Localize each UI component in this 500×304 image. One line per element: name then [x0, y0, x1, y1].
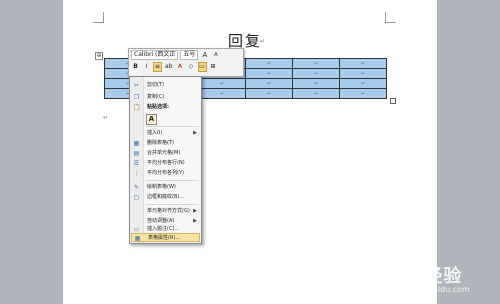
document-page[interactable]: 回复 ↵ ⊕ ↵↵↵↵↵↵↵↵↵↵↵↵↵↵↵↵↵↵↵↵↵↵↵↵ ↵ — [63, 0, 437, 304]
paste-icon: 📋 — [133, 104, 141, 111]
merge-cells-icon: ▤ — [133, 150, 140, 157]
table-move-handle[interactable]: ⊕ — [95, 52, 103, 60]
menu-separator — [145, 180, 199, 181]
menu-item-cut[interactable]: ✂ 剪切(T) — [131, 81, 200, 90]
paragraph-mark: ↵ — [103, 114, 109, 121]
font-color-button[interactable]: A — [176, 62, 185, 72]
table-cell[interactable]: ↵ — [292, 68, 340, 79]
shading-button[interactable]: ▭ — [197, 62, 207, 72]
table-cell[interactable]: ↵ — [245, 78, 293, 89]
table-cell[interactable]: ↵ — [198, 88, 246, 99]
menu-item-cell-alignment[interactable]: 单元格对齐方式(G) ▶ — [131, 207, 200, 216]
table-resize-handle[interactable] — [390, 98, 396, 104]
menu-item-paste-options: 📋 粘贴选项: — [133, 104, 169, 111]
menu-item-borders-shading[interactable]: ▢ 边框和底纹(B)... — [131, 193, 200, 202]
menu-item-distribute-rows[interactable]: ☰ 平均分布各行(N) — [131, 159, 200, 168]
menu-item-table-properties[interactable]: ▦ 表格属性(R)... — [131, 233, 200, 242]
distribute-columns-icon: ⋮ — [133, 170, 140, 177]
shrink-font-button[interactable]: A — [211, 50, 220, 60]
table-cell[interactable]: ↵ — [339, 78, 387, 89]
copy-icon: ❐ — [133, 94, 140, 101]
context-menu: ✂ 剪切(T) ❐ 复制(C) 📋 粘贴选项: A 插入(I) ▶ ▦ 删除表格… — [129, 76, 202, 244]
bold-button[interactable]: B — [131, 62, 140, 72]
table-cell[interactable]: ↵ — [245, 68, 293, 79]
scissors-icon: ✂ — [133, 82, 140, 89]
delete-table-icon: ▦ — [133, 140, 140, 147]
distribute-rows-icon: ☰ — [133, 160, 140, 167]
crop-mark-top-right — [385, 12, 396, 23]
table-cell[interactable]: ↵ — [339, 58, 387, 69]
menu-separator — [145, 204, 199, 205]
table-cell[interactable]: ↵ — [245, 88, 293, 99]
submenu-arrow-icon: ▶ — [193, 130, 197, 136]
grow-font-button[interactable]: A — [200, 50, 209, 60]
menu-item-insert[interactable]: 插入(I) ▶ — [131, 129, 200, 138]
watermark-url: jingyan.baidu.com — [396, 285, 470, 294]
font-size-select[interactable]: 五号 — [180, 50, 199, 60]
menu-item-merge-cells[interactable]: ▤ 合并单元格(M) — [131, 149, 200, 158]
borders-shading-icon: ▢ — [133, 194, 140, 201]
table-cell[interactable]: ↵ — [245, 58, 293, 69]
menu-separator — [145, 126, 199, 127]
highlight-button[interactable]: ab — [164, 62, 174, 72]
table-cell[interactable]: ↵ — [292, 88, 340, 99]
table-cell[interactable]: ↵ — [339, 88, 387, 99]
table-cell[interactable]: ↵ — [292, 78, 340, 89]
eraser-button[interactable]: ◇ — [187, 62, 196, 72]
align-center-button[interactable]: ≡ — [153, 62, 162, 72]
crop-mark-top-left — [93, 12, 104, 23]
menu-item-draw-table[interactable]: ✎ 绘制表格(W) — [131, 183, 200, 192]
font-name-select[interactable]: Calibri (西文正 — [131, 50, 179, 60]
borders-button[interactable]: ⊞ — [209, 62, 218, 72]
paragraph-mark: ↵ — [260, 38, 266, 45]
italic-button[interactable]: I — [142, 62, 151, 72]
draw-table-icon: ✎ — [133, 184, 140, 191]
table-cell[interactable]: ↵ — [292, 58, 340, 69]
menu-item-delete-table[interactable]: ▦ 删除表格(T) — [131, 139, 200, 148]
submenu-arrow-icon: ▶ — [193, 208, 197, 214]
table-cell[interactable]: ↵ — [198, 78, 246, 89]
table-properties-icon: ▦ — [134, 235, 141, 242]
mini-toolbar: Calibri (西文正 五号 A A B I ≡ ab A ◇ ▭ ⊞ — [128, 48, 244, 77]
caption-icon: ▭ — [133, 226, 140, 233]
menu-item-copy[interactable]: ❐ 复制(C) — [131, 93, 200, 102]
table-cell[interactable]: ↵ — [339, 68, 387, 79]
paste-keep-text-only-button[interactable]: A — [146, 114, 157, 125]
menu-item-distribute-columns[interactable]: ⋮ 平均分布各列(Y) — [131, 169, 200, 178]
